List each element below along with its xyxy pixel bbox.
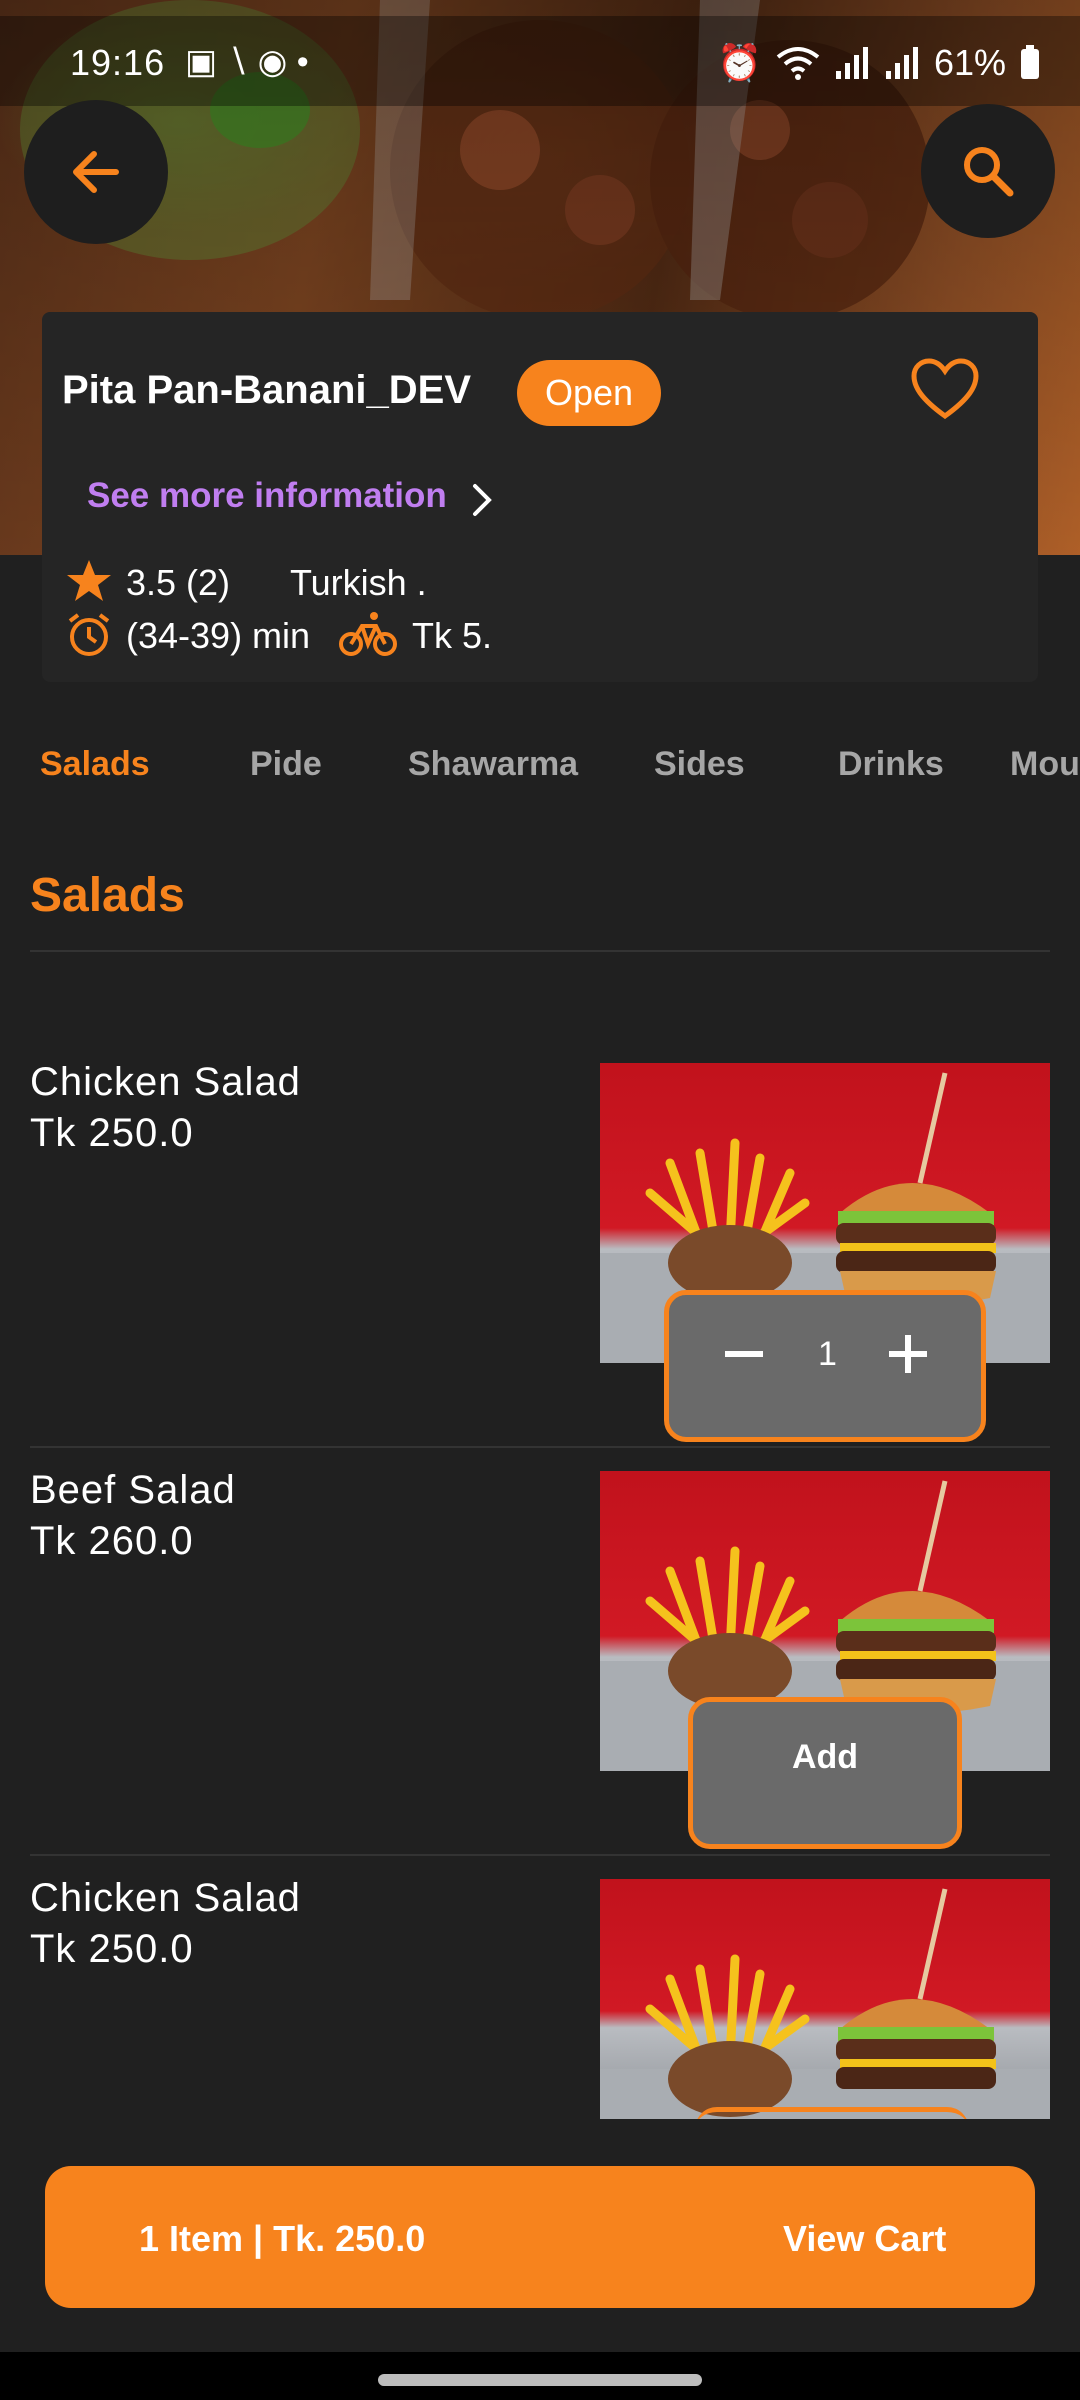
item-divider (30, 1446, 1050, 1448)
battery-icon (1021, 45, 1039, 79)
tab-shawarma[interactable]: Shawarma (408, 745, 578, 784)
menu-item[interactable]: Chicken Salad Tk 250.0 (30, 1876, 301, 1972)
cuisine-text: Turkish . (290, 562, 427, 603)
delivery-time-text: (34-39) min (126, 615, 311, 656)
delivery-fee-text: Tk 5. (412, 615, 493, 656)
plus-icon[interactable] (885, 1331, 931, 1377)
search-button[interactable] (921, 104, 1055, 238)
tab-pide[interactable]: Pide (250, 745, 322, 784)
signal-icon-2 (885, 47, 918, 79)
item-divider (30, 1854, 1050, 1856)
restaurant-name: Pita Pan-Banani_DEV (62, 368, 472, 412)
heart-icon (911, 358, 979, 420)
quantity-value: 1 (818, 1335, 837, 1373)
status-right: ⏰ 61% (717, 42, 1040, 84)
section-divider (30, 950, 1050, 952)
see-more-label: See more information (87, 476, 447, 515)
view-cart-button[interactable]: View Cart (783, 2218, 946, 2260)
star-icon (67, 560, 111, 601)
tab-more[interactable]: Mou (1010, 745, 1080, 784)
item-name: Chicken Salad (30, 1876, 301, 1920)
item-price: Tk 250.0 (30, 1111, 194, 1155)
rating-text: 3.5 (2) (126, 562, 231, 603)
back-arrow-icon (73, 151, 119, 193)
minus-icon[interactable] (721, 1331, 767, 1377)
menu-item[interactable]: Beef Salad Tk 260.0 (30, 1468, 236, 1564)
quantity-stepper[interactable]: 1 (664, 1290, 986, 1442)
status-time: 19:16 (70, 42, 166, 83)
status-notification-icons: ▣ ∖ ◉ • (185, 43, 309, 81)
burger-fries-illustration (600, 1888, 1050, 2119)
alarm-status-icon: ⏰ (717, 42, 762, 83)
tab-salads[interactable]: Salads (40, 745, 150, 784)
add-button-label: Add (791, 1737, 859, 1776)
battery-percent: 61% (933, 42, 1006, 83)
menu-item[interactable]: Chicken Salad Tk 250.0 (30, 1060, 301, 1156)
chevron-right-icon (473, 484, 492, 516)
alarm-clock-icon (68, 613, 110, 656)
category-tabs: Salads Pide Shawarma Sides Drinks Mou (0, 735, 1080, 795)
item-image[interactable] (600, 1879, 1050, 2119)
tab-drinks[interactable]: Drinks (838, 745, 944, 784)
view-cart-bar[interactable]: 1 Item | Tk. 250.0 View Cart (45, 2166, 1035, 2308)
section-title: Salads (30, 869, 185, 922)
search-icon (964, 147, 1014, 197)
favorite-button[interactable] (910, 358, 980, 427)
item-price: Tk 260.0 (30, 1519, 194, 1563)
tab-sides[interactable]: Sides (654, 745, 745, 784)
item-name: Beef Salad (30, 1468, 236, 1512)
cart-summary: 1 Item | Tk. 250.0 (139, 2218, 426, 2259)
home-gesture-handle[interactable] (378, 2374, 702, 2386)
back-button[interactable] (24, 100, 168, 244)
wifi-icon (776, 47, 820, 80)
open-status-badge: Open (517, 360, 661, 426)
add-button-partial[interactable] (695, 2107, 969, 2119)
status-bar: 19:16 ▣ ∖ ◉ • ⏰ 61% (0, 16, 1080, 106)
add-button[interactable]: Add (688, 1697, 962, 1849)
signal-icon-1 (835, 47, 868, 79)
item-price: Tk 250.0 (30, 1927, 194, 1971)
item-name: Chicken Salad (30, 1060, 301, 1104)
bicycle-icon (339, 612, 397, 656)
see-more-information-link[interactable]: See more information (87, 470, 507, 526)
